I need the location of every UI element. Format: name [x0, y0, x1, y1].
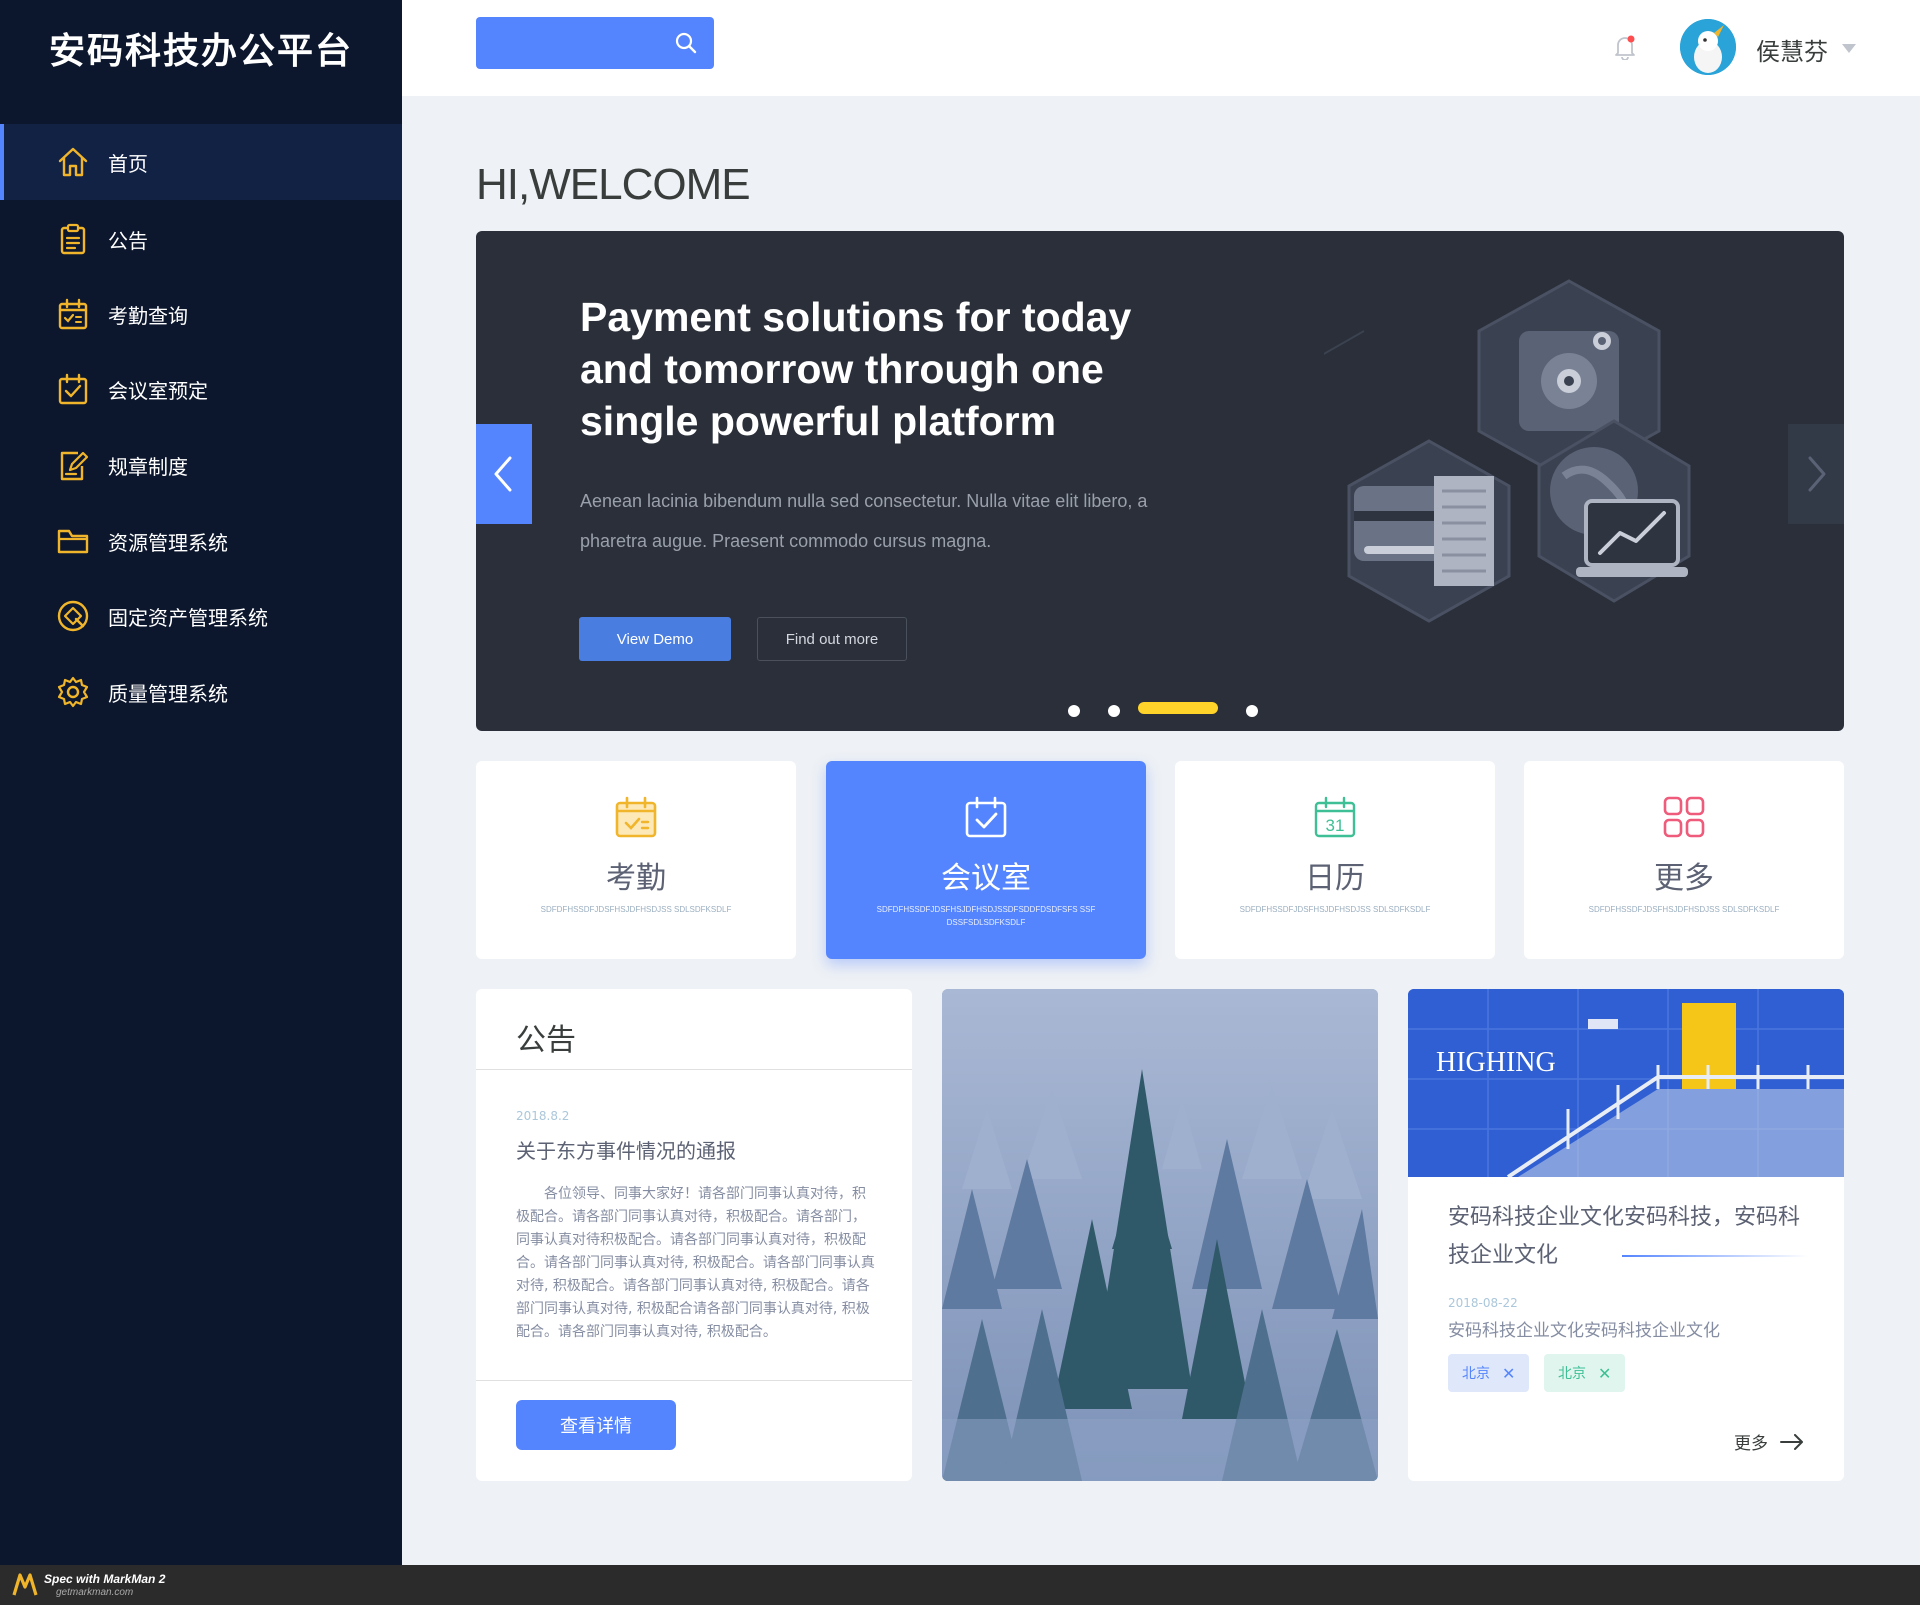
- carousel-dot-active[interactable]: [1138, 702, 1218, 714]
- culture-description: 安码科技企业文化安码科技企业文化: [1448, 1321, 1720, 1341]
- arrow-right-icon: [1780, 1433, 1803, 1450]
- sidebar-item-notice[interactable]: 公告: [0, 201, 402, 277]
- notice-body: 各位领导、同事大家好！请各部门同事认真对待，积极配合。请各部门同事认真对待，积极…: [516, 1186, 875, 1340]
- tag-label: 北京: [1462, 1366, 1490, 1382]
- close-icon[interactable]: ✕: [1598, 1364, 1611, 1383]
- search-icon[interactable]: [674, 31, 698, 55]
- calendar-31-icon: 31: [1314, 796, 1356, 838]
- quick-card-attendance[interactable]: 考勤 SDFDFHSSDFJDSFHSJDFHSDJSS SDLSDFKSDLF: [476, 761, 796, 959]
- avatar[interactable]: [1680, 19, 1736, 75]
- sidebar-item-label: 资源管理系统: [108, 530, 228, 555]
- quick-card-subtitle: SDFDFHSSDFJDSFHSJDFHSDJSS SDLSDFKSDLF: [1588, 905, 1780, 914]
- quick-card-title: 更多: [1654, 861, 1714, 896]
- view-demo-button[interactable]: View Demo: [579, 617, 731, 661]
- clipboard-icon: [60, 223, 86, 255]
- sidebar-item-meeting-room[interactable]: 会议室预定: [0, 351, 402, 427]
- quick-card-calendar[interactable]: 31 日历 SDFDFHSSDFJDSFHSJDFHSDJSS SDLSDFKS…: [1175, 761, 1495, 959]
- banner-illustration: [1324, 279, 1691, 623]
- sidebar-item-fixed-assets[interactable]: 固定资产管理系统: [0, 578, 402, 654]
- attendance-calendar-icon: [615, 796, 657, 838]
- sidebar-item-label: 质量管理系统: [108, 681, 228, 706]
- quick-card-more[interactable]: 更多 SDFDFHSSDFJDSFHSJDFHSDJSS SDLSDFKSDLF: [1524, 761, 1844, 959]
- quick-card-title: 考勤: [606, 861, 666, 896]
- culture-title[interactable]: 安码科技企业文化安码科技，安码科技企业文化: [1448, 1199, 1808, 1275]
- sidebar-item-label: 会议室预定: [108, 378, 208, 403]
- close-icon[interactable]: ✕: [1502, 1364, 1515, 1383]
- more-link[interactable]: 更多: [1734, 1429, 1804, 1454]
- tag-label: 北京: [1558, 1366, 1586, 1382]
- calendar-check-icon: [965, 796, 1007, 838]
- sidebar-item-home[interactable]: 首页: [0, 124, 402, 200]
- building-image: [1408, 989, 1844, 1177]
- chevron-left-icon: [494, 456, 512, 492]
- sidebar-item-attendance[interactable]: 考勤查询: [0, 276, 402, 352]
- sidebar-item-label: 固定资产管理系统: [108, 605, 268, 630]
- footer-brand: Spec with MarkMan 2: [44, 1572, 166, 1586]
- quick-card-subtitle: SDFDFHSSDFJDSFHSJDFHSDJSS SDLSDFKSDLF: [1239, 905, 1431, 914]
- photo-card[interactable]: [942, 989, 1378, 1481]
- quick-card-subtitle: SDFDFHSSDFJDSFHSJDFHSDJSSDFSDDFDSDFSFS S…: [876, 905, 1096, 927]
- edit-document-icon: [60, 451, 89, 481]
- quick-card-subtitle: SDFDFHSSDFJDSFHSJDFHSDJSS SDLSDFKSDLF: [540, 905, 732, 914]
- forest-image: [942, 989, 1378, 1481]
- notice-card: 公告 2018.8.2 关于东方事件情况的通报 各位领导、同事大家好！请各部门同…: [476, 989, 912, 1481]
- carousel-next-button[interactable]: [1788, 424, 1844, 524]
- notice-heading[interactable]: 关于东方事件情况的通报: [516, 1135, 736, 1164]
- app-title: 安码科技办公平台: [48, 31, 353, 72]
- more-label: 更多: [1734, 1434, 1768, 1454]
- sidebar-item-resource-management[interactable]: 资源管理系统: [0, 503, 402, 579]
- calendar-day-number: 31: [1326, 816, 1345, 835]
- attendance-calendar-icon: [58, 298, 88, 330]
- banner-headline: Payment solutions for today and tomorrow…: [580, 294, 1132, 444]
- chevron-down-icon[interactable]: [1842, 44, 1856, 53]
- banner-carousel: Payment solutions for today and tomorrow…: [476, 231, 1844, 731]
- asset-icon: [57, 600, 89, 632]
- culture-image: HIGHING: [1408, 989, 1844, 1177]
- welcome-heading: HI,WELCOME: [476, 160, 751, 209]
- home-icon: [58, 147, 88, 177]
- gear-icon: [57, 676, 89, 708]
- carousel-dot[interactable]: [1068, 705, 1080, 717]
- notice-card-title: 公告: [516, 1023, 576, 1058]
- culture-card: HIGHING 安码科技企业文化安码科技，安码科技企业文化 2018-08-22…: [1408, 989, 1844, 1481]
- tag-chip[interactable]: 北京 ✕: [1448, 1354, 1530, 1392]
- divider: [476, 1380, 912, 1381]
- grid-icon: [1663, 796, 1705, 838]
- quick-card-title: 日历: [1305, 861, 1365, 896]
- footer-bar: Spec with MarkMan 2 getmarkman.com: [0, 1565, 1920, 1605]
- bell-icon[interactable]: [1614, 34, 1636, 60]
- chevron-right-icon: [1808, 456, 1826, 492]
- markman-logo-icon: [12, 1573, 38, 1596]
- search-box[interactable]: [476, 17, 714, 69]
- culture-date: 2018-08-22: [1448, 1296, 1518, 1310]
- avatar-image: [1680, 19, 1736, 75]
- accent-line: [1622, 1255, 1808, 1257]
- sidebar-item-regulations[interactable]: 规章制度: [0, 427, 402, 503]
- sidebar: 安码科技办公平台 首页 公告 考勤查询 会议室预定 规章制度 资源管理系统 固定…: [0, 0, 402, 1565]
- sidebar-item-label: 规章制度: [108, 454, 188, 479]
- notice-date: 2018.8.2: [516, 1109, 570, 1123]
- footer-url[interactable]: getmarkman.com: [56, 1587, 133, 1598]
- sidebar-item-label: 考勤查询: [108, 303, 188, 328]
- find-out-more-button[interactable]: Find out more: [757, 617, 907, 661]
- tag-chip[interactable]: 北京 ✕: [1544, 1354, 1626, 1392]
- folder-icon: [57, 529, 89, 554]
- sidebar-item-quality-management[interactable]: 质量管理系统: [0, 654, 402, 730]
- culture-image-caption: HIGHING: [1436, 1047, 1556, 1078]
- calendar-check-icon: [58, 373, 88, 405]
- view-details-button[interactable]: 查看详情: [516, 1400, 676, 1450]
- divider: [476, 1069, 912, 1070]
- carousel-prev-button[interactable]: [476, 424, 532, 524]
- carousel-dot[interactable]: [1108, 705, 1120, 717]
- quick-card-title: 会议室: [941, 861, 1031, 896]
- quick-card-meeting-room[interactable]: 会议室 SDFDFHSSDFJDSFHSJDFHSDJSSDFSDDFDSDFS…: [826, 761, 1146, 959]
- search-input[interactable]: [490, 27, 654, 61]
- sidebar-item-label: 首页: [108, 151, 148, 176]
- sidebar-item-label: 公告: [108, 228, 148, 253]
- user-name[interactable]: 侯慧芬: [1756, 32, 1828, 67]
- carousel-dot[interactable]: [1246, 705, 1258, 717]
- banner-description: Aenean lacinia bibendum nulla sed consec…: [580, 491, 1148, 551]
